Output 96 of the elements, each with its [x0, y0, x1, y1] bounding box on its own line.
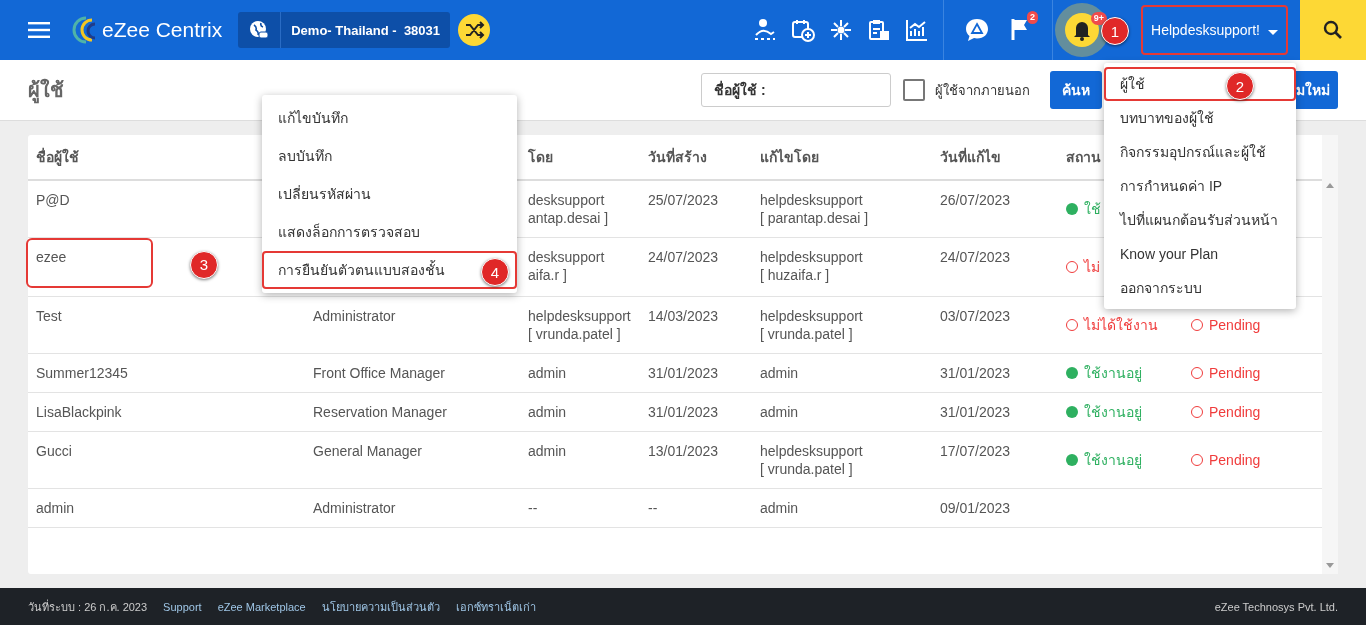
table-cell-text: 24/07/2023	[939, 248, 1012, 267]
step-marker: 3	[190, 251, 218, 279]
table-cell: Gucci	[36, 442, 72, 460]
table-cell-text: admin	[759, 403, 800, 422]
company-name: eZee Technosys Pvt. Ltd.	[1214, 600, 1338, 613]
menu-item[interactable]: ออกจากระบบ	[1104, 271, 1296, 305]
table-cell-text: 31/01/2023	[647, 364, 720, 383]
scroll-up-icon[interactable]	[1326, 183, 1334, 188]
caret-icon	[1268, 29, 1278, 35]
menu-item[interactable]: ผู้ใช้ 2	[1104, 67, 1296, 101]
menu-item[interactable]: Know your Plan	[1104, 237, 1296, 271]
chat-alert-icon[interactable]	[964, 17, 991, 43]
table-cell-text: --	[527, 499, 539, 518]
column-header: โดย	[527, 147, 554, 167]
table-cell-text: admin	[527, 442, 568, 461]
menu-item[interactable]: ไปที่แผนกต้อนรับส่วนหน้า	[1104, 203, 1296, 237]
user-menu-button[interactable]: Helpdesksupport!	[1141, 5, 1288, 55]
chart-icon[interactable]	[905, 18, 930, 42]
table-cell-text: 13/01/2023	[647, 442, 720, 461]
page-title: ผู้ใช้	[28, 74, 64, 106]
table-cell-text: General Manager	[312, 442, 423, 461]
menu-item[interactable]: กิจกรรมอุปกรณ์และผู้ใช้	[1104, 135, 1296, 169]
username-field[interactable]: ชื่อผู้ใช้ :	[701, 73, 891, 107]
column-header: วันที่แก้ไข	[939, 146, 1002, 167]
checkbox-label: ผู้ใช้จากภายนอก	[935, 81, 1030, 101]
table-cell: Summer12345	[36, 364, 128, 382]
table-cell-text: 14/03/2023	[647, 307, 720, 326]
menu-item[interactable]: ลบบันทึก	[262, 137, 517, 175]
table-cell-text: admin	[527, 364, 568, 383]
property-selector[interactable]: Demo- Thailand - 38031	[238, 12, 451, 48]
search-button[interactable]	[1300, 0, 1366, 60]
table-cell: admin	[36, 499, 75, 517]
status-text: ไม่	[1084, 258, 1100, 276]
table-cell-text: 17/07/2023	[939, 442, 1012, 461]
table-cell-text: --	[647, 499, 659, 518]
search-button[interactable]: ค้นห	[1050, 71, 1102, 109]
table-cell-text: admin	[527, 403, 568, 422]
calendar-plus-icon[interactable]	[791, 18, 816, 42]
menu-item[interactable]: แก้ไขบันทึก	[262, 99, 517, 137]
table-cell-text: helpdesksupport [ parantap.desai ]	[759, 191, 870, 228]
table-cell-text: Reservation Manager	[312, 403, 448, 422]
table-cell-text: helpdesksupport [ vrunda.patel ]	[759, 307, 864, 344]
person-route-icon[interactable]	[753, 18, 778, 42]
table-cell-text: 31/01/2023	[647, 403, 720, 422]
status-text: ใช้งานอยู่	[1084, 451, 1142, 469]
menu-item[interactable]: เปลี่ยนรหัสผ่าน	[262, 175, 517, 213]
table-cell-text: 26/07/2023	[939, 191, 1012, 210]
table-cell-text: helpdesksupport [ huzaifa.r ]	[759, 248, 864, 285]
step-marker: 2	[1226, 72, 1254, 100]
table-cell: Test	[36, 307, 62, 325]
table-cell-text: helpdesksupport [ vrunda.patel ]	[527, 307, 632, 344]
system-date: วันที่ระบบ : 26 ก.ค. 2023	[28, 598, 148, 615]
table-cell-text: Administrator	[312, 499, 397, 518]
table-cell-text: 09/01/2023	[939, 499, 1012, 518]
globe-icon	[249, 20, 270, 40]
status-text: Pending	[1209, 451, 1261, 469]
table-cell-text: helpdesksupport [ vrunda.patel ]	[759, 442, 864, 479]
footer-link[interactable]: Support	[163, 600, 202, 613]
step-marker: 4	[481, 258, 509, 286]
table-cell-text: desksupport aifa.r ]	[527, 248, 606, 285]
scroll-down-icon[interactable]	[1326, 563, 1334, 568]
column-header: แก้ไขโดย	[759, 147, 820, 167]
table-cell-text: 25/07/2023	[647, 191, 720, 210]
table-cell-text: Administrator	[312, 307, 397, 326]
status-text: ใช้งานอยู่	[1084, 364, 1142, 382]
menu-item[interactable]: การกำหนดค่า IP	[1104, 169, 1296, 203]
clipboard-icon[interactable]	[867, 18, 892, 42]
table-cell-text: desksupport antap.desai ]	[527, 191, 610, 228]
status-text: ใช้งานอยู่	[1084, 403, 1142, 421]
table-cell-text: Front Office Manager	[312, 364, 447, 383]
footer-link[interactable]: เอกซ์ทราเน็ตเก่า	[455, 597, 536, 616]
table-cell-text: 31/01/2023	[939, 364, 1012, 383]
table-cell-text: 24/07/2023	[647, 248, 720, 267]
footer-link[interactable]: นโยบายความเป็นส่วนตัว	[321, 597, 440, 616]
table-cell-text: 03/07/2023	[939, 307, 1012, 326]
search-icon	[1323, 20, 1343, 40]
footer-link[interactable]: eZee Marketplace	[217, 600, 306, 613]
menu-icon[interactable]	[28, 22, 50, 38]
shuffle-icon[interactable]	[458, 14, 491, 46]
status-text: ใช้	[1084, 200, 1101, 218]
table-cell-text: admin	[759, 499, 800, 518]
status-text: Pending	[1209, 316, 1261, 334]
menu-item[interactable]: การยืนยันตัวตนแบบสองชั้น 4	[262, 251, 517, 289]
column-header: วันที่สร้าง	[647, 146, 708, 167]
table-cell: LisaBlackpink	[36, 403, 122, 421]
table-cell: P@D	[36, 191, 70, 209]
checkbox[interactable]	[903, 79, 925, 101]
notification-badge: 2	[1027, 10, 1039, 24]
status-text: ไม่ได้ใช้งาน	[1084, 316, 1158, 334]
menu-item[interactable]: แสดงล็อกการตรวจสอบ	[262, 213, 517, 251]
brand-name: eZee Centrix	[102, 18, 223, 42]
table-cell-text: admin	[759, 364, 800, 383]
table-cell-text: 31/01/2023	[939, 403, 1012, 422]
status-text: Pending	[1209, 364, 1261, 382]
table-cell: ezee	[28, 240, 152, 286]
status-text: Pending	[1209, 403, 1261, 421]
